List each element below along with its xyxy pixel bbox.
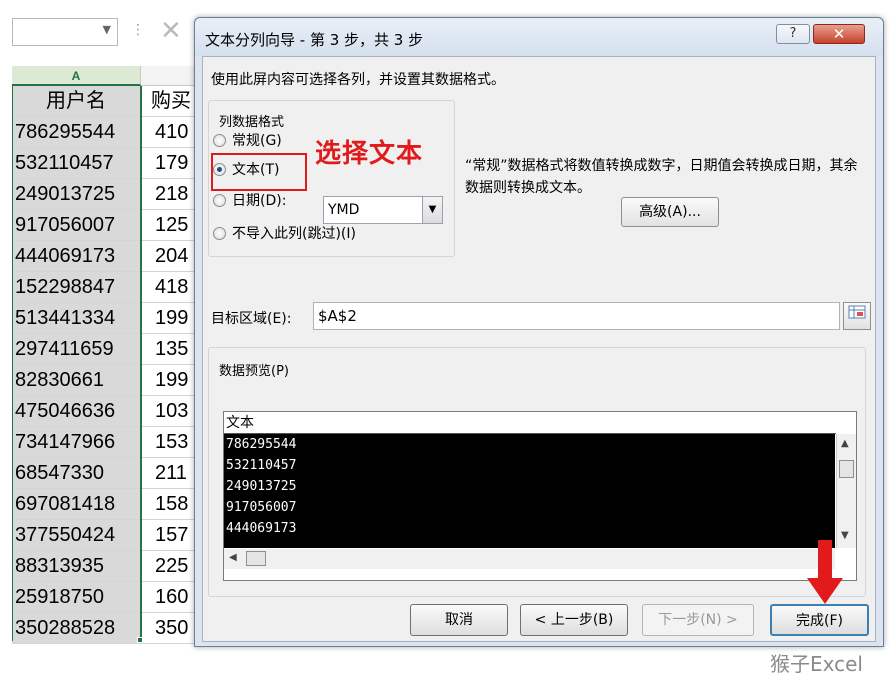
cell[interactable]: 786295544 [12, 117, 141, 147]
table-header-row: 用户名 购买 [12, 86, 211, 117]
radio-button[interactable] [213, 194, 226, 207]
next-button[interactable]: 下一步(N) > [642, 604, 754, 636]
cell[interactable]: 152298847 [12, 272, 141, 302]
cancel-button[interactable]: 取消 [410, 604, 508, 636]
table-row: 82830661 199 [12, 365, 211, 396]
destination-label: 目标区域(E): [211, 311, 292, 327]
cell[interactable]: 350288528 [12, 613, 141, 643]
arrow-down-icon [807, 540, 843, 604]
chevron-down-icon[interactable]: ▼ [422, 197, 442, 223]
data-preview-label: 数据预览(P) [219, 364, 289, 379]
radio-date-label: 日期(D): [232, 193, 287, 209]
dialog-title: 文本分列向导 - 第 3 步，共 3 步 [205, 31, 424, 49]
preview-row: 917056007 [226, 500, 297, 515]
format-description: “常规”数据格式将数值转换成数字，日期值会转换成日期，其余数据则转换成文本。 [465, 158, 858, 196]
data-preview[interactable]: 文本 786295544 532110457 249013725 9170560… [223, 411, 857, 581]
help-button[interactable]: ? [776, 24, 810, 44]
table-row: 377550424 157 [12, 520, 211, 551]
table-row: 475046636 103 [12, 396, 211, 427]
cell[interactable]: 475046636 [12, 396, 141, 426]
vertical-scrollbar[interactable]: ▲ ▼ [836, 434, 856, 548]
annotation-highlight-box [211, 153, 307, 191]
radio-button[interactable] [213, 134, 226, 147]
watermark: 猴子Excel [770, 652, 863, 676]
date-format-select[interactable]: YMD ▼ [323, 196, 443, 224]
table-row: 917056007 125 [12, 210, 211, 241]
table-row: 249013725 218 [12, 179, 211, 210]
preview-row: 444069173 [226, 521, 297, 536]
table-row: 350288528 350 [12, 613, 211, 644]
finish-button[interactable]: 完成(F) [770, 604, 869, 636]
cell[interactable]: 68547330 [12, 458, 141, 488]
back-button[interactable]: < 上一步(B) [520, 604, 628, 636]
radio-general-label: 常规(G) [232, 133, 282, 149]
dialog-titlebar[interactable]: 文本分列向导 - 第 3 步，共 3 步 ? ✕ [195, 18, 883, 56]
scroll-thumb[interactable] [839, 460, 854, 478]
cancel-edit-icon[interactable]: ✕ [160, 16, 182, 46]
cell[interactable]: 734147966 [12, 427, 141, 457]
cell[interactable]: 249013725 [12, 179, 141, 209]
text-to-columns-dialog: 文本分列向导 - 第 3 步，共 3 步 ? ✕ 使用此屏内容可选择各列，并设置… [194, 17, 884, 647]
cell[interactable]: 82830661 [12, 365, 141, 395]
scroll-left-icon[interactable]: ◀ [229, 552, 237, 563]
destination-input[interactable]: $A$2 [313, 302, 840, 330]
column-header-a[interactable]: A [12, 66, 141, 86]
preview-row: 249013725 [226, 479, 297, 494]
table-row: 734147966 153 [12, 427, 211, 458]
cell[interactable]: 377550424 [12, 520, 141, 550]
chevron-down-icon[interactable]: ▼ [103, 23, 111, 36]
table-row: 697081418 158 [12, 489, 211, 520]
column-format-group-label: 列数据格式 [219, 115, 285, 130]
cell[interactable]: 532110457 [12, 148, 141, 178]
preview-row: 786295544 [226, 437, 297, 452]
table-row: 513441334 199 [12, 303, 211, 334]
scroll-up-icon[interactable]: ▲ [841, 438, 849, 449]
cell[interactable]: 444069173 [12, 241, 141, 271]
preview-column-header[interactable]: 文本 [224, 412, 836, 434]
preview-selected-column[interactable]: 786295544 532110457 249013725 917056007 … [224, 434, 835, 548]
cell[interactable]: 用户名 [12, 86, 141, 116]
table-row: 152298847 418 [12, 272, 211, 303]
range-picker-icon[interactable] [843, 302, 871, 330]
advanced-button[interactable]: 高级(A)... [621, 197, 719, 227]
table-row: 786295544 410 [12, 117, 211, 148]
radio-skip-column[interactable]: 不导入此列(跳过)(I) [213, 223, 356, 245]
cell[interactable]: 25918750 [12, 582, 141, 612]
radio-button[interactable] [213, 227, 226, 240]
cell[interactable]: 697081418 [12, 489, 141, 519]
table-row: 25918750 160 [12, 582, 211, 613]
date-format-value: YMD [328, 202, 360, 218]
table-row: 297411659 135 [12, 334, 211, 365]
cell[interactable]: 297411659 [12, 334, 141, 364]
annotation-text: 选择文本 [315, 139, 424, 169]
instruction-text: 使用此屏内容可选择各列，并设置其数据格式。 [211, 72, 505, 88]
scroll-thumb[interactable] [246, 551, 266, 566]
radio-general[interactable]: 常规(G) [213, 130, 282, 152]
cell[interactable]: 917056007 [12, 210, 141, 240]
close-button[interactable]: ✕ [813, 24, 865, 44]
table-row: 532110457 179 [12, 148, 211, 179]
name-box[interactable]: ▼ [12, 18, 118, 46]
cell[interactable]: 513441334 [12, 303, 141, 333]
cell[interactable]: 88313935 [12, 551, 141, 581]
fill-handle[interactable] [137, 637, 143, 643]
radio-date[interactable]: 日期(D): [213, 190, 286, 212]
table-row: 68547330 211 [12, 458, 211, 489]
horizontal-scrollbar[interactable]: ◀ [224, 549, 835, 569]
table-row: 88313935 225 [12, 551, 211, 582]
column-headers: A [12, 66, 211, 86]
dialog-content: 使用此屏内容可选择各列，并设置其数据格式。 列数据格式 常规(G) 文本(T) … [202, 56, 876, 642]
radio-skip-label: 不导入此列(跳过)(I) [232, 226, 356, 242]
preview-row: 532110457 [226, 458, 297, 473]
table-row: 444069173 204 [12, 241, 211, 272]
formula-bar-separator: ⋮ [131, 22, 145, 38]
